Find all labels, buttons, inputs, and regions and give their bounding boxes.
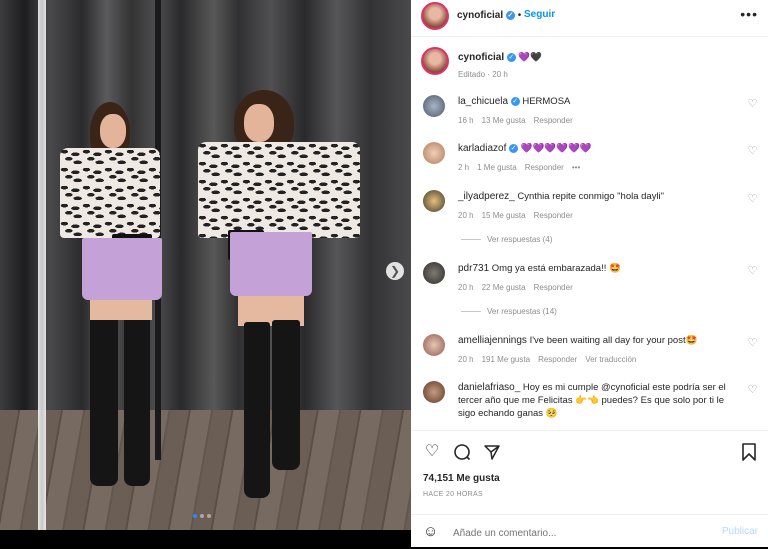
view-replies-label[interactable]: Ver respuestas (14) xyxy=(487,307,557,316)
follow-button[interactable]: Seguir xyxy=(524,9,555,20)
view-replies-label[interactable]: Ver respuestas (4) xyxy=(487,235,552,244)
comment-text: I've been waiting all day for your post🤩 xyxy=(529,335,698,346)
comment-body: karladiazof ✓ 💜💜💜💜💜💜 2 h 1 Me gusta Resp… xyxy=(458,142,738,174)
comment-composer: ☺ Publicar xyxy=(411,514,768,549)
carousel-dot xyxy=(200,514,204,518)
comment-likes[interactable]: 22 Me gusta xyxy=(482,281,526,294)
verified-icon: ✓ xyxy=(505,10,515,20)
verified-icon: ✓ xyxy=(510,96,520,106)
commenter-avatar[interactable] xyxy=(423,190,445,212)
commenter-avatar[interactable] xyxy=(423,381,445,403)
comment-time: 16 h xyxy=(458,116,474,125)
comment-text: HERMOSA xyxy=(522,96,571,107)
heart-icon[interactable]: ♡ xyxy=(747,266,758,277)
heart-icon[interactable]: ♡ xyxy=(747,338,758,349)
comment-likes[interactable]: 13 Me gusta xyxy=(482,114,526,127)
caption-body: cynoficial ✓ 💜🖤 Editado · 20 h xyxy=(458,51,738,81)
comment-body: _ilyadperez_ Cynthia repite conmigo "hol… xyxy=(458,190,738,222)
instagram-post-view: ❯ cynoficial ✓ • Seguir ••• cynoficial ✓… xyxy=(0,0,768,547)
post-actions: ♡ 74,151 Me gusta HACE 20 HORAS ☺ Public… xyxy=(411,430,768,548)
author-avatar[interactable] xyxy=(421,2,449,30)
comment-body: la_chicuela ✓ HERMOSA 16 h 13 Me gusta R… xyxy=(458,95,738,127)
action-icons: ♡ xyxy=(423,443,501,461)
comment-time: 20 h xyxy=(458,283,474,292)
comment-likes[interactable]: 191 Me gusta xyxy=(482,353,530,366)
comment-text: Omg ya está embarazada!! 🤩 xyxy=(491,263,621,274)
post-photo[interactable]: ❯ xyxy=(0,0,411,530)
comment-text: Cynthia repite conmigo "hola dayli" xyxy=(517,191,665,202)
comment-likes[interactable]: 1 Me gusta xyxy=(477,161,517,174)
comment-time: 2 h xyxy=(458,163,470,172)
verified-icon: ✓ xyxy=(506,52,516,62)
comment-time: 20 h xyxy=(458,211,474,220)
commenter-avatar[interactable] xyxy=(423,95,445,117)
comment-username[interactable]: karladiazof xyxy=(458,143,506,154)
view-replies[interactable]: Ver respuestas (4) xyxy=(461,235,552,244)
carousel-dots xyxy=(193,514,211,518)
chevron-right-icon[interactable]: ❯ xyxy=(386,262,404,280)
more-icon[interactable]: ••• xyxy=(740,6,758,22)
comment-body: amelliajennings I've been waiting all da… xyxy=(458,334,738,366)
comment-icon[interactable] xyxy=(453,443,471,461)
commenter-avatar[interactable] xyxy=(423,142,445,164)
author-username[interactable]: cynoficial ✓ • xyxy=(457,10,521,21)
reply-button[interactable]: Responder xyxy=(534,114,573,127)
see-translation[interactable]: Ver traducción xyxy=(585,353,636,366)
comment-body: pdr731 Omg ya está embarazada!! 🤩 20 h 2… xyxy=(458,262,738,294)
post-header: cynoficial ✓ • Seguir ••• xyxy=(411,0,768,37)
comment-text: 💜💜💜💜💜💜 xyxy=(520,143,592,154)
comment-username[interactable]: la_chicuela xyxy=(458,96,508,107)
verified-icon: ✓ xyxy=(509,143,518,153)
likes-count[interactable]: 74,151 Me gusta xyxy=(423,473,500,484)
heart-icon[interactable]: ♡ xyxy=(747,99,758,110)
heart-icon[interactable]: ♡ xyxy=(747,146,758,157)
photo-floor xyxy=(0,410,411,530)
comment-time: 20 h xyxy=(458,355,474,364)
reply-button[interactable]: Responder xyxy=(534,281,573,294)
commenter-avatar[interactable] xyxy=(423,262,445,284)
comment-input[interactable] xyxy=(451,523,695,543)
author-avatar[interactable] xyxy=(421,47,449,75)
comment-username[interactable]: _ilyadperez_ xyxy=(458,191,515,202)
comment-username[interactable]: amelliajennings xyxy=(458,335,527,346)
caption-text: 💜🖤 xyxy=(518,52,543,63)
reply-button[interactable]: Responder xyxy=(525,161,564,174)
reply-button[interactable]: Responder xyxy=(538,353,577,366)
mirror-edge xyxy=(38,0,46,530)
publish-button[interactable]: Publicar xyxy=(722,526,758,537)
bookmark-icon[interactable] xyxy=(740,443,758,461)
heart-icon[interactable]: ♡ xyxy=(747,385,758,396)
caption-username[interactable]: cynoficial xyxy=(458,52,504,63)
carousel-dot xyxy=(193,514,197,518)
comments-list[interactable]: cynoficial ✓ 💜🖤 Editado · 20 h la_chicue… xyxy=(411,37,768,430)
comment-options[interactable]: ••• xyxy=(572,161,580,174)
comment-body: danielafriaso_ Hoy es mi cumple @cynofic… xyxy=(458,381,738,420)
post-time: HACE 20 HORAS xyxy=(423,491,483,498)
comment-username[interactable]: pdr731 xyxy=(458,263,489,274)
reply-button[interactable]: Responder xyxy=(534,209,573,222)
post-side-panel: cynoficial ✓ • Seguir ••• cynoficial ✓ 💜… xyxy=(411,0,768,547)
caption-meta: Editado · 20 h xyxy=(458,70,508,79)
heart-icon[interactable]: ♡ xyxy=(747,194,758,205)
commenter-avatar[interactable] xyxy=(423,334,445,356)
heart-icon[interactable]: ♡ xyxy=(423,443,441,461)
comment-username[interactable]: danielafriaso_ xyxy=(458,382,520,393)
view-replies[interactable]: Ver respuestas (14) xyxy=(461,307,557,316)
comment-likes[interactable]: 15 Me gusta xyxy=(482,209,526,222)
carousel-dot xyxy=(207,514,211,518)
share-icon[interactable] xyxy=(483,443,501,461)
emoji-icon[interactable]: ☺ xyxy=(423,523,441,541)
